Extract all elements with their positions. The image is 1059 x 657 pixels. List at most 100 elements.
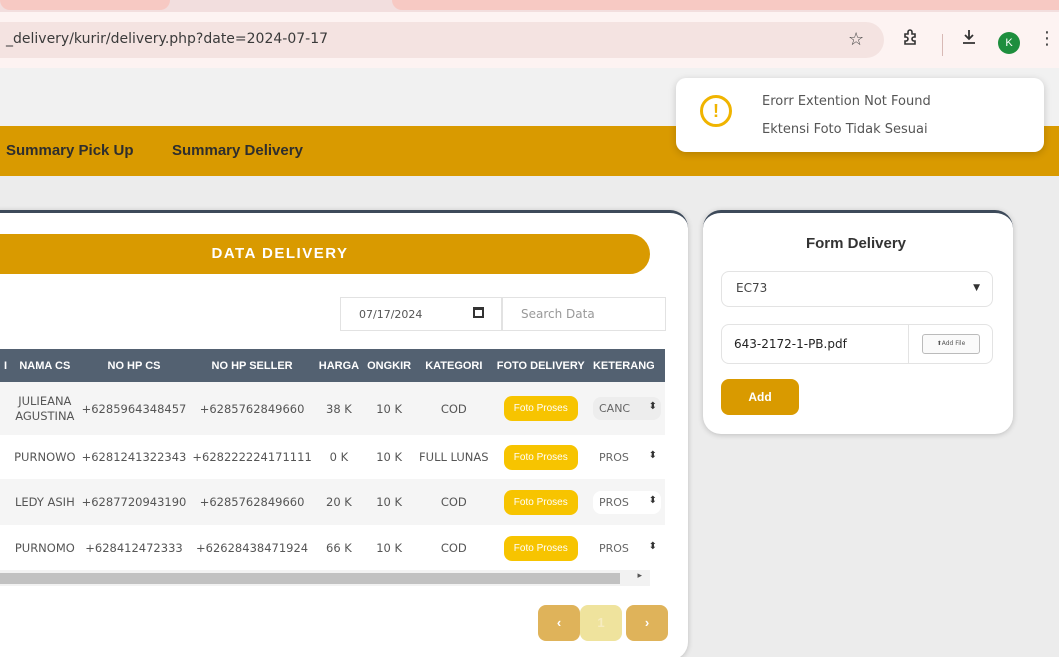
tab-strip (0, 0, 1059, 12)
cell-ongkir: 10 K (363, 382, 416, 435)
profile-avatar[interactable]: K (998, 32, 1020, 54)
scrollbar-thumb[interactable] (0, 573, 620, 584)
cell-hp-seller: +6285762849660 (189, 479, 315, 525)
error-toast[interactable]: ! Erorr Extention Not Found Ektensi Foto… (676, 78, 1044, 152)
cell-kategori: COD (415, 479, 493, 525)
select-value: EC73 (736, 281, 768, 295)
table-header-row: I NAMA CS NO HP CS NO HP SELLER HARGA ON… (0, 349, 665, 382)
scroll-right-icon[interactable]: ▸ (637, 571, 642, 581)
cell-foto: Foto Proses (492, 479, 589, 525)
column-header[interactable]: NAMA CS (11, 349, 79, 382)
cell-harga: 38 K (314, 382, 364, 435)
kebab-icon[interactable]: ⋮ (1038, 28, 1056, 49)
table-row: LEDY ASIH +6287720943190 +6285762849660 … (0, 479, 665, 525)
cell-nama-cs: LEDY ASIH (11, 479, 79, 525)
add-file-button[interactable]: ⬆Add File (922, 334, 980, 354)
search-input[interactable] (502, 297, 666, 331)
column-header[interactable]: NO HP CS (78, 349, 190, 382)
keterangan-select[interactable]: CANC ⬍ (592, 397, 661, 420)
pagination-next-button[interactable]: › (626, 605, 668, 641)
horizontal-scrollbar[interactable]: ▸ (0, 570, 650, 586)
foto-proses-button[interactable]: Foto Proses (503, 489, 578, 515)
cell-ongkir: 10 K (363, 435, 416, 479)
data-delivery-card: DATA DELIVERY 07/17/2024 I NAMA CS NO HP… (0, 210, 688, 657)
cell-hp-cs: +6287720943190 (78, 479, 190, 525)
data-delivery-title: DATA DELIVERY (211, 245, 349, 262)
column-header[interactable]: NO HP SELLER (189, 349, 315, 382)
nav-summary-delivery[interactable]: Summary Delivery (172, 142, 303, 159)
cell-kategori: COD (415, 382, 493, 435)
file-input[interactable]: 643-2172-1-PB.pdf ⬆Add File (721, 324, 993, 364)
keterangan-value: CANC (598, 402, 631, 415)
file-input-divider (908, 325, 909, 363)
cell-hp-seller: +6285762849660 (189, 382, 315, 435)
cell-harga: 0 K (314, 435, 364, 479)
cell-ongkir: 10 K (363, 525, 416, 571)
delivery-table: I NAMA CS NO HP CS NO HP SELLER HARGA ON… (0, 349, 665, 571)
column-header-cut: I (0, 349, 12, 382)
cell-foto: Foto Proses (492, 525, 589, 571)
select-arrow-icon: ⬍ (648, 494, 657, 506)
cell-keterangan: PROS ⬍ (588, 525, 665, 571)
browser-toolbar: _delivery/kurir/delivery.php?date=2024-0… (0, 12, 1059, 68)
foto-proses-button[interactable]: Foto Proses (503, 444, 578, 470)
keterangan-value: PROS (598, 495, 629, 509)
cell-keterangan: PROS ⬍ (588, 435, 665, 479)
column-header[interactable]: HARGA (314, 349, 364, 382)
pagination-page-button[interactable]: 1 (580, 605, 622, 641)
cell-hp-seller: +628222224171111 (189, 435, 315, 479)
cell-keterangan: PROS ⬍ (588, 479, 665, 525)
form-title: Form Delivery (805, 235, 907, 252)
pagination-prev-button[interactable]: ‹ (538, 605, 580, 641)
cell-foto: Foto Proses (492, 435, 589, 479)
column-header[interactable]: KATEGORI (415, 349, 493, 382)
table-row: JULIEANA AGUSTINA +6285964348457 +628576… (0, 382, 665, 435)
cell-hp-cs: +6281241322343 (78, 435, 190, 479)
form-delivery-card: Form Delivery EC73 ▼ 643-2172-1-PB.pdf ⬆… (703, 210, 1013, 434)
page-content: Summary Pick Up Summary Delivery ! Erorr… (0, 68, 1059, 657)
toast-message: Ektensi Foto Tidak Sesuai (762, 122, 928, 137)
cell-nama-cs: PURNOWO (11, 435, 79, 479)
foto-proses-button[interactable]: Foto Proses (503, 396, 578, 421)
browser-tab-active[interactable] (392, 0, 1059, 10)
column-header[interactable]: KETERANG (588, 349, 665, 382)
keterangan-select[interactable]: PROS ⬍ (593, 446, 661, 469)
add-button[interactable]: Add (721, 379, 799, 415)
select-arrow-icon: ⬍ (648, 449, 657, 461)
foto-proses-button[interactable]: Foto Proses (503, 535, 578, 561)
add-file-label: Add File (941, 340, 966, 347)
keterangan-select[interactable]: PROS ⬍ (593, 537, 661, 560)
date-value: 07/17/2024 (359, 308, 423, 321)
star-icon[interactable]: ☆ (848, 29, 864, 50)
table-cell (0, 525, 12, 571)
browser-tab[interactable] (0, 0, 170, 10)
keterangan-select[interactable]: PROS ⬍ (592, 490, 661, 514)
column-header[interactable]: FOTO DELIVERY (492, 349, 589, 382)
cell-foto: Foto Proses (492, 382, 589, 435)
date-input[interactable]: 07/17/2024 (340, 297, 502, 331)
table-row: PURNOWO +6281241322343 +628222224171111 … (0, 435, 665, 479)
table-cell (0, 479, 12, 525)
chevron-down-icon: ▼ (973, 283, 980, 293)
keterangan-value: PROS (598, 450, 629, 464)
table-cell (0, 382, 12, 435)
cell-kategori: FULL LUNAS (415, 435, 493, 479)
download-icon[interactable] (960, 28, 978, 51)
cell-nama-cs: JULIEANA AGUSTINA (11, 382, 79, 435)
cell-hp-cs: +6285964348457 (78, 382, 190, 435)
file-name: 643-2172-1-PB.pdf (734, 337, 847, 351)
toast-title: Erorr Extention Not Found (762, 94, 931, 109)
nav-summary-pick-up[interactable]: Summary Pick Up (6, 142, 134, 159)
cell-harga: 66 K (314, 525, 364, 571)
column-header[interactable]: ONGKIR (363, 349, 416, 382)
cell-hp-cs: +628412472333 (78, 525, 190, 571)
address-bar[interactable]: _delivery/kurir/delivery.php?date=2024-0… (0, 22, 884, 58)
extensions-icon[interactable] (902, 28, 920, 51)
cell-nama-cs: PURNOMO (11, 525, 79, 571)
url-text[interactable]: _delivery/kurir/delivery.php?date=2024-0… (6, 31, 328, 47)
delivery-code-select[interactable]: EC73 ▼ (721, 271, 993, 307)
keterangan-value: PROS (598, 541, 629, 555)
calendar-icon[interactable] (473, 307, 484, 318)
warning-icon: ! (700, 95, 732, 127)
cell-kategori: COD (415, 525, 493, 571)
